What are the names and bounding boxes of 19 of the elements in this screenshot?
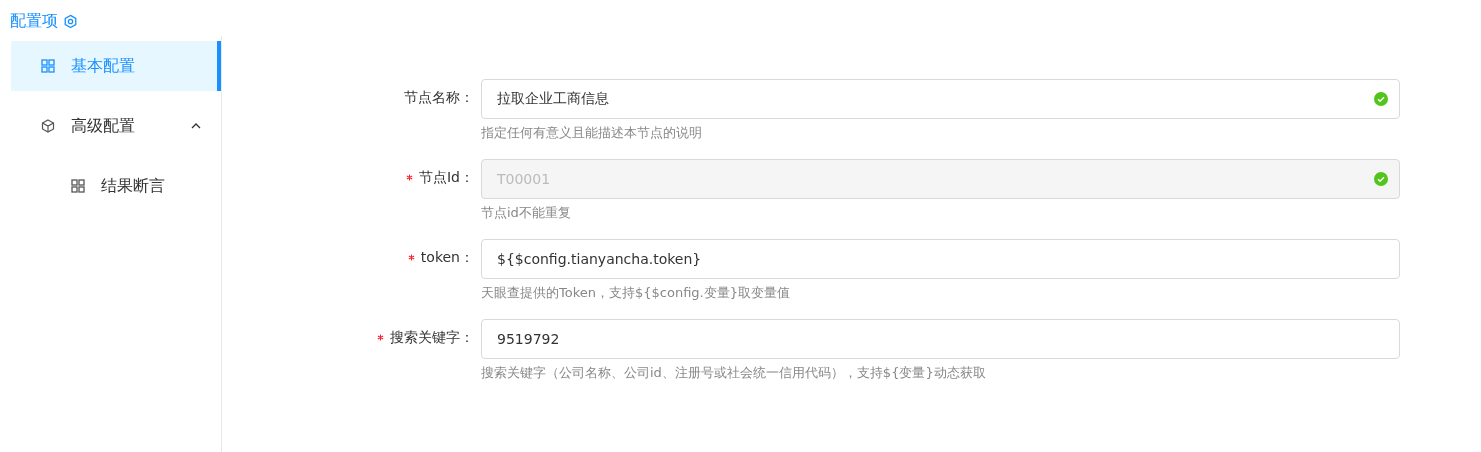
field-label: 节点Id：	[419, 169, 474, 187]
field-label: 节点名称：	[404, 89, 474, 107]
help-text: 搜索关键字（公司名称、公司id、注册号或社会统一信用代码），支持${变量}动态获取	[481, 364, 987, 382]
caret-icon	[191, 123, 201, 129]
help-text: 天眼查提供的Token，支持${$config.变量}取变量值	[481, 284, 791, 302]
cube-icon	[41, 119, 55, 133]
panel-title: 配置项	[10, 10, 58, 32]
help-text: 指定任何有意义且能描述本节点的说明	[481, 124, 703, 142]
settings-icon[interactable]	[63, 13, 78, 29]
submenu-item[interactable]: 结果断言	[11, 161, 221, 211]
menu-item[interactable]: 高级配置	[11, 101, 221, 151]
input-field[interactable]: ${$config.tianyancha.token}	[481, 239, 1400, 279]
field-label: 搜索关键字：	[390, 329, 474, 347]
input-field[interactable]: 9519792	[481, 319, 1400, 359]
help-text: 节点id不能重复	[481, 204, 572, 222]
field-label: token：	[420, 249, 474, 267]
grid-icon	[71, 179, 85, 193]
grid-icon	[41, 59, 55, 73]
input-field[interactable]: 拉取企业工商信息	[481, 79, 1400, 119]
